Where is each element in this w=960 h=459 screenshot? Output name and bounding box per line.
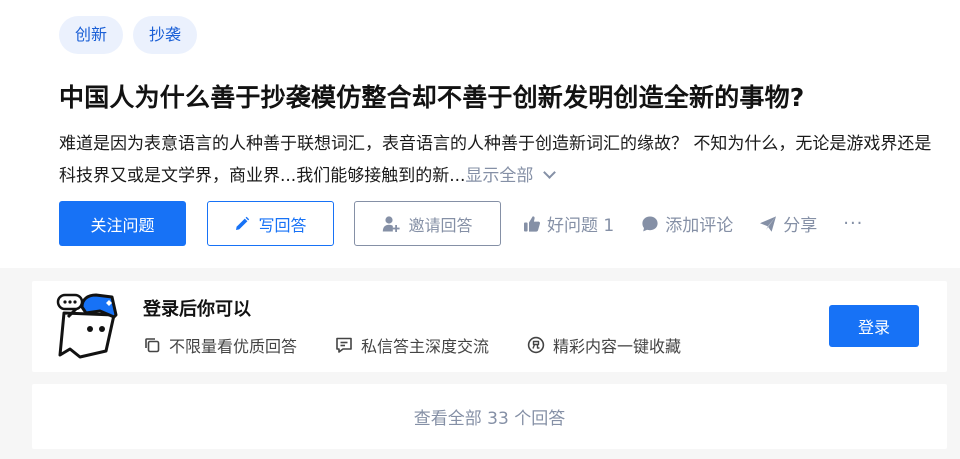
feature-label: 不限量看优质回答 (169, 337, 298, 356)
show-all-link[interactable]: 显示全部 (465, 166, 533, 186)
more-actions-button[interactable]: ··· (843, 213, 863, 234)
pencil-icon (236, 216, 250, 230)
add-comment-button[interactable]: 添加评论 (641, 211, 733, 236)
question-excerpt[interactable]: 难道是因为表意语言的人种善于联想词汇，表音语言的人种善于创造新词汇的缘故？ 不知… (59, 128, 939, 192)
feature-item: 私信答主深度交流 (335, 333, 489, 357)
topic-tag[interactable]: 创新 (59, 16, 124, 54)
mascot-illustration (56, 293, 118, 359)
share-button[interactable]: 分享 (759, 211, 817, 236)
login-button[interactable]: 登录 (829, 305, 919, 347)
share-icon (760, 215, 777, 232)
question-header: 创新 抄袭 中国人为什么善于抄袭模仿整合却不善于创新发明创造全新的事物? 难道是… (0, 0, 960, 268)
comment-label: 添加评论 (665, 216, 734, 236)
invite-label: 邀请回答 (408, 215, 473, 235)
invite-answer-button[interactable]: 邀请回答 (354, 201, 501, 246)
copy-icon (145, 338, 160, 353)
bookmark-badge-icon (527, 336, 545, 354)
login-prompt-title: 登录后你可以 (143, 299, 251, 320)
good-question-label: 好问题 1 (547, 216, 615, 236)
thumbs-up-icon (524, 215, 541, 232)
question-actions: 关注问题 写回答 邀请回答 好问题 1 添加评论 分享 ··· (59, 201, 863, 246)
question-title: 中国人为什么善于抄袭模仿整合却不善于创新发明创造全新的事物? (59, 83, 805, 112)
message-icon (336, 337, 352, 353)
feature-label: 私信答主深度交流 (361, 337, 490, 356)
comment-icon (642, 216, 658, 231)
good-question-button[interactable]: 好问题 1 (523, 211, 614, 236)
follow-label: 关注问题 (90, 215, 155, 235)
more-icon: ··· (843, 213, 864, 234)
share-label: 分享 (783, 216, 818, 236)
topic-list: 创新 抄袭 (59, 16, 198, 54)
add-user-icon (383, 215, 401, 232)
write-answer-label: 写回答 (258, 215, 307, 235)
topic-tag[interactable]: 抄袭 (133, 16, 198, 54)
chevron-down-icon[interactable] (543, 166, 557, 179)
feature-item: 精彩内容一键收藏 (527, 333, 681, 357)
write-answer-button[interactable]: 写回答 (207, 201, 334, 246)
login-feature-list: 不限量看优质回答 私信答主深度交流 精彩内容一键收藏 (143, 333, 681, 357)
login-prompt-card: 登录后你可以 不限量看优质回答 私信答主深度交流 精彩内容一键收藏 登录 (32, 281, 947, 372)
feature-label: 精彩内容一键收藏 (553, 337, 682, 356)
feature-item: 不限量看优质回答 (143, 333, 297, 357)
view-all-answers-link[interactable]: 查看全部 33 个回答 (414, 404, 565, 429)
follow-question-button[interactable]: 关注问题 (59, 201, 186, 246)
view-all-answers-card[interactable]: 查看全部 33 个回答 (32, 384, 947, 449)
login-button-label: 登录 (857, 318, 890, 337)
